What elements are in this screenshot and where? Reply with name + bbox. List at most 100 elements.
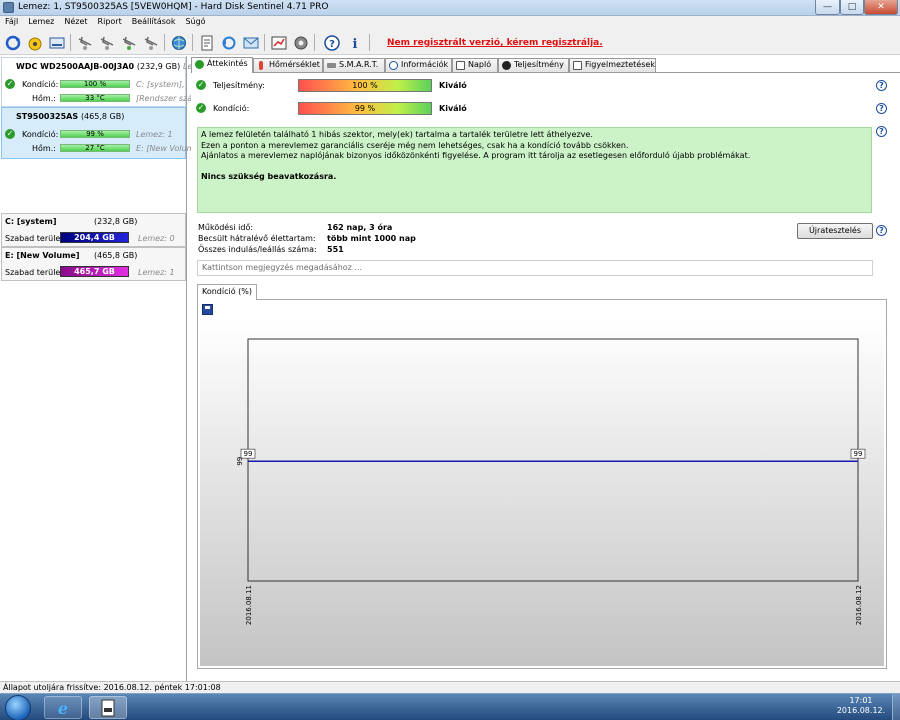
tab-condition-chart[interactable]: Kondíció (%) (197, 284, 257, 300)
partition-item[interactable]: C: [system] (232,8 GB) Szabad terület 20… (1, 213, 186, 247)
help-icon[interactable]: ? (876, 126, 887, 137)
disk-icon[interactable] (47, 33, 66, 52)
partition-name: E: [New Volume] (5, 251, 80, 260)
help-icon[interactable]: ? (876, 103, 887, 114)
tab-strip: Áttekintés Hőmérséklet S.M.A.R.T. Inform… (191, 57, 900, 73)
free-space-label: Szabad terület (5, 234, 64, 243)
condition-rating: Kiváló (439, 104, 467, 113)
tab-information[interactable]: Információk (385, 58, 452, 72)
ok-check-icon: ✓ (196, 103, 206, 113)
note-input[interactable]: Kattintson megjegyzés megadásához ... (197, 260, 873, 276)
uptime-label: Működési idő: (198, 223, 254, 232)
disk-partitions: C: [system], (136, 80, 185, 89)
condition-bar: 99 % (298, 102, 432, 115)
maximize-icon[interactable]: □ (840, 0, 864, 15)
tab-overview[interactable]: Áttekintés (191, 57, 253, 73)
y-tick-label: 99 (236, 457, 244, 466)
gauge-icon (502, 61, 511, 70)
partition-item[interactable]: E: [New Volume] (465,8 GB) Szabad terüle… (1, 247, 186, 281)
test-icon[interactable] (25, 33, 44, 52)
tab-performance[interactable]: Teljesítmény (498, 58, 569, 72)
performance-bar: 100 % (298, 79, 432, 92)
point-label: 99 (854, 450, 863, 458)
retest-button[interactable]: Újratesztelés (797, 223, 873, 239)
help-icon[interactable]: ? (876, 80, 887, 91)
x-tick-label: 2016.08.12 (855, 585, 863, 625)
document-icon (573, 61, 582, 70)
check-icon (195, 60, 204, 69)
send-icon[interactable] (241, 33, 260, 52)
help-icon[interactable]: ? (322, 33, 341, 52)
log-icon (456, 61, 465, 70)
hard-disk-sentinel-icon[interactable] (89, 696, 127, 719)
minimize-icon[interactable]: — (815, 0, 840, 15)
menu-view[interactable]: Nézet (59, 16, 92, 27)
menu-settings[interactable]: Beállítások (127, 16, 181, 27)
performance-rating: Kiváló (439, 81, 467, 90)
temperature-bar: 27 °C (60, 144, 130, 152)
info-icon (389, 61, 398, 70)
message-conclusion: Nincs szükség beavatkozásra. (201, 171, 337, 181)
condition-bar: 100 % (60, 80, 130, 88)
thermometer-icon (259, 61, 263, 70)
windows-start-icon[interactable] (5, 695, 31, 720)
tab-log[interactable]: Napló (452, 58, 498, 72)
status-bar: Állapot utoljára frissítve: 2016.08.12. … (0, 681, 900, 693)
menu-report[interactable]: Riport (93, 16, 127, 27)
disk-volume-label: E: [New Volum (136, 144, 195, 153)
taskbar-clock[interactable]: 17:01 2016.08.12. (833, 696, 889, 716)
ok-check-icon: ✓ (5, 79, 15, 89)
disk-item[interactable]: WDC WD2500AAJB-00J3A0 (232,9 GB) Lem ✓ K… (1, 57, 200, 107)
disk-name: WDC WD2500AAJB-00J3A0 (232,9 GB) Lem (16, 62, 200, 71)
report-icon[interactable] (197, 33, 216, 52)
free-space-bar: 204,4 GB (60, 232, 129, 243)
info-icon[interactable]: i (345, 33, 364, 52)
svg-text:e: e (58, 699, 68, 717)
restore-icon[interactable] (219, 33, 238, 52)
toolbar: ? i Nem regisztrált verzió, kérem regisz… (0, 30, 900, 55)
disk-list-pane: WDC WD2500AAJB-00J3A0 (232,9 GB) Lem ✓ K… (0, 56, 200, 681)
register-link[interactable]: Nem regisztrált verzió, kérem regisztrál… (387, 38, 603, 48)
partition-size: (465,8 GB) (94, 251, 138, 260)
temperature-label: Hőm.: (32, 144, 56, 153)
refresh-icon[interactable] (3, 33, 22, 52)
condition-chart: 99 99992016.08.11 2016.08.12 (200, 320, 884, 666)
partition-name: C: [system] (5, 217, 57, 226)
message-line: A lemez felületén található 1 hibás szek… (201, 130, 593, 139)
satellite-2-icon[interactable] (97, 33, 116, 52)
start-stop-value: 551 (327, 245, 344, 254)
window-title: Lemez: 1, ST9500325AS [5VEW0HQM] - Hard … (18, 2, 329, 12)
title-bar[interactable]: Lemez: 1, ST9500325AS [5VEW0HQM] - Hard … (0, 0, 900, 16)
temperature-label: Hőm.: (32, 94, 56, 103)
condition-chart-panel: 99 99 99 2016.08.11 2016.08.12 (197, 299, 887, 669)
internet-explorer-icon[interactable]: e (44, 696, 82, 719)
chart-background (200, 320, 884, 666)
satellite-3-icon[interactable] (119, 33, 138, 52)
svg-text:i: i (352, 37, 357, 51)
satellite-1-icon[interactable] (75, 33, 94, 52)
settings-icon[interactable] (291, 33, 310, 52)
menu-help[interactable]: Súgó (180, 16, 210, 27)
disk-item-selected[interactable]: ST9500325AS (465,8 GB) ✓ Kondíció: 99 % … (1, 107, 194, 159)
lifetime-label: Becsült hátralévő élettartam: (198, 234, 316, 243)
satellite-4-icon[interactable] (141, 33, 160, 52)
uptime-value: 162 nap, 3 óra (327, 223, 393, 232)
tab-temperature[interactable]: Hőmérséklet (253, 58, 323, 72)
disk-volume-label: [Rendszer szá (136, 94, 193, 103)
overview-panel: ✓ Teljesítmény: 100 % Kiváló ? ✓ Kondíci… (191, 72, 900, 681)
condition-bar: 99 % (60, 130, 130, 138)
help-icon[interactable]: ? (876, 225, 887, 236)
menu-disk[interactable]: Lemez (23, 16, 59, 27)
globe-icon[interactable] (169, 33, 188, 52)
tab-smart[interactable]: S.M.A.R.T. (323, 58, 385, 72)
lifetime-value: több mint 1000 nap (327, 234, 416, 243)
show-desktop-button[interactable] (892, 694, 900, 720)
close-icon[interactable]: ✕ (864, 0, 898, 15)
condition-label: Kondíció: (22, 130, 59, 139)
tab-alerts[interactable]: Figyelmeztetések (569, 58, 656, 72)
menu-file[interactable]: Fájl (0, 16, 23, 27)
partition-size: (232,8 GB) (94, 217, 138, 226)
chart-icon[interactable] (269, 33, 288, 52)
point-label: 99 (244, 450, 253, 458)
disk-index: Lemez: 1 (136, 130, 173, 139)
